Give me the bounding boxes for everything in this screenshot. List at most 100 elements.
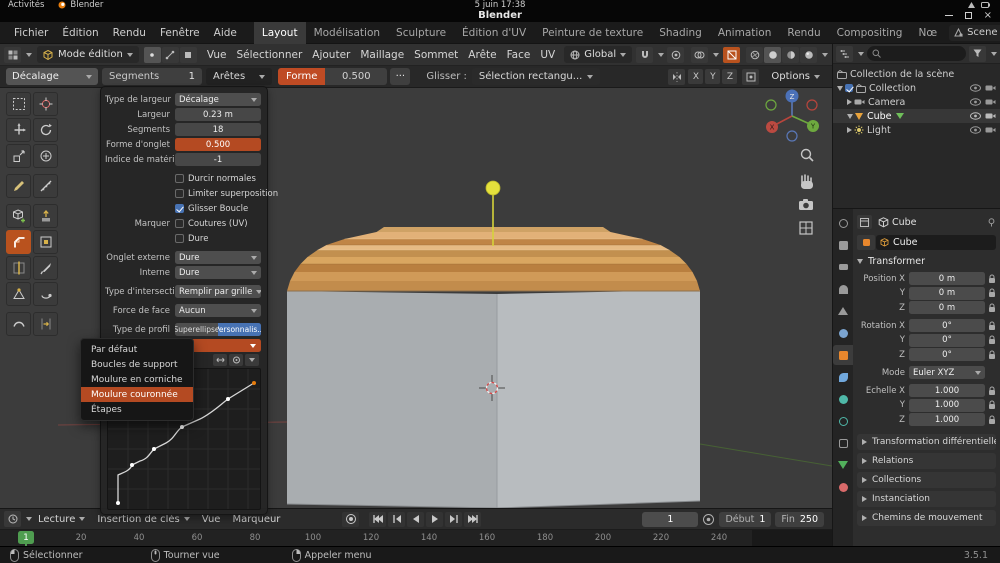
preset-option-default[interactable]: Par défaut bbox=[81, 342, 193, 357]
options-dropdown[interactable]: Options bbox=[765, 68, 826, 85]
editor-type-button[interactable] bbox=[4, 47, 21, 63]
menu-arete[interactable]: Arête bbox=[463, 49, 501, 61]
play-reverse-button[interactable] bbox=[407, 512, 424, 527]
snap-toggle[interactable] bbox=[636, 47, 653, 63]
preset-option-steps[interactable]: Étapes bbox=[81, 402, 193, 417]
mirror-y-toggle[interactable]: Y bbox=[705, 69, 720, 84]
miter-outer-dropdown[interactable]: Dure bbox=[175, 251, 261, 264]
tool-add-cube[interactable] bbox=[6, 204, 31, 228]
properties-editor-icon[interactable] bbox=[857, 215, 872, 229]
render-camera-icon[interactable] bbox=[985, 98, 996, 106]
profile-superellipse-button[interactable]: Superellipse bbox=[175, 323, 218, 336]
mirror-z-toggle[interactable]: Z bbox=[722, 69, 737, 84]
menu-ajouter[interactable]: Ajouter bbox=[307, 49, 355, 61]
prev-keyframe-button[interactable] bbox=[388, 512, 405, 527]
outliner-row-light[interactable]: Light bbox=[833, 123, 1000, 137]
timeline-ruler[interactable]: 20 40 60 80 100 120 140 160 180 200 220 … bbox=[0, 529, 832, 547]
status-tray-icons[interactable] bbox=[968, 2, 990, 9]
workspace-tab-layout[interactable]: Layout bbox=[254, 22, 306, 44]
profile-custom-button[interactable]: Personnalis... bbox=[218, 323, 261, 336]
proportional-edit-toggle[interactable] bbox=[667, 47, 684, 63]
tool-measure[interactable] bbox=[33, 174, 58, 198]
menu-edition[interactable]: Édition bbox=[55, 27, 105, 39]
menu-selectionner[interactable]: Sélectionner bbox=[231, 49, 307, 61]
preset-option-support-loops[interactable]: Boucles de support bbox=[81, 357, 193, 372]
tab-output[interactable] bbox=[833, 257, 853, 277]
render-camera-icon[interactable] bbox=[985, 126, 996, 134]
preset-option-crown-molding[interactable]: Moulure couronnée bbox=[81, 387, 193, 402]
snap-options-icon[interactable] bbox=[742, 69, 759, 85]
position-z-field[interactable]: 0 m bbox=[909, 301, 985, 314]
tool-extrude-region[interactable] bbox=[33, 204, 58, 228]
ortho-grid-icon[interactable] bbox=[800, 222, 812, 234]
face-strength-dropdown[interactable]: Aucun bbox=[175, 304, 261, 317]
workspace-tab-animation[interactable]: Animation bbox=[710, 22, 780, 44]
object-name-field[interactable]: Cube bbox=[876, 235, 996, 250]
bevel-affect-dropdown[interactable]: Arêtes bbox=[206, 68, 272, 85]
menu-vue[interactable]: Vue bbox=[202, 49, 232, 61]
drag-tool-dropdown[interactable]: Sélection rectangu... bbox=[472, 68, 600, 85]
tab-object[interactable] bbox=[833, 345, 853, 365]
tool-bevel[interactable] bbox=[6, 230, 31, 254]
workspace-tab-sculpture[interactable]: Sculpture bbox=[388, 22, 454, 44]
mirror-x-toggle[interactable]: X bbox=[688, 69, 703, 84]
outliner-row-cube[interactable]: Cube bbox=[833, 109, 1000, 123]
profile-mirror-icon[interactable] bbox=[213, 354, 227, 366]
scale-z-field[interactable]: 1.000 bbox=[909, 413, 985, 426]
tool-scale[interactable] bbox=[6, 144, 31, 168]
tab-particles[interactable] bbox=[833, 389, 853, 409]
workspace-tab-rendu[interactable]: Rendu bbox=[779, 22, 828, 44]
collection-checkbox[interactable] bbox=[845, 84, 853, 92]
timeline-editor-type-button[interactable] bbox=[4, 511, 21, 527]
profile-options-icon[interactable] bbox=[245, 354, 259, 366]
timeline-menu-keying[interactable]: Insertion de clés bbox=[91, 514, 195, 525]
pan-hand-icon[interactable] bbox=[801, 175, 813, 189]
keying-set-icon[interactable] bbox=[702, 513, 715, 526]
cube-object[interactable] bbox=[287, 227, 700, 508]
miter-inner-dropdown[interactable]: Dure bbox=[175, 266, 261, 279]
gizmo-z-neg[interactable] bbox=[787, 131, 797, 141]
lock-icon[interactable] bbox=[988, 321, 996, 331]
loop-slide-checkbox[interactable] bbox=[175, 204, 184, 213]
gizmo-y-neg[interactable] bbox=[766, 100, 776, 110]
workspace-tab-nodes[interactable]: Nœ bbox=[910, 22, 945, 44]
clamp-overlap-checkbox[interactable] bbox=[175, 189, 184, 198]
tab-material[interactable] bbox=[833, 477, 853, 497]
workspace-tab-modelisation[interactable]: Modélisation bbox=[306, 22, 388, 44]
shading-wireframe[interactable] bbox=[746, 47, 763, 63]
tab-render[interactable] bbox=[833, 235, 853, 255]
tool-select-box[interactable] bbox=[6, 92, 31, 116]
menu-face[interactable]: Face bbox=[502, 49, 536, 61]
next-keyframe-button[interactable] bbox=[445, 512, 462, 527]
workspace-tab-texture-paint[interactable]: Peinture de texture bbox=[534, 22, 651, 44]
section-collections[interactable]: Collections bbox=[857, 472, 996, 488]
menu-aide[interactable]: Aide bbox=[207, 27, 244, 39]
width-type-dropdown[interactable]: Décalage bbox=[175, 93, 261, 106]
camera-view-icon[interactable] bbox=[799, 199, 813, 210]
outliner-row-camera[interactable]: Camera bbox=[833, 95, 1000, 109]
workspace-tab-uv[interactable]: Édition d'UV bbox=[454, 22, 534, 44]
tab-scene[interactable] bbox=[833, 301, 853, 321]
lock-icon[interactable] bbox=[988, 288, 996, 298]
orientation-dropdown[interactable]: Global bbox=[564, 46, 632, 63]
shading-rendered[interactable] bbox=[800, 47, 817, 63]
eye-icon[interactable] bbox=[970, 112, 981, 120]
width-field[interactable]: 0.23 m bbox=[175, 108, 261, 121]
section-motion-paths[interactable]: Chemins de mouvement bbox=[857, 510, 996, 526]
transform-section-header[interactable]: Transformer bbox=[857, 254, 996, 269]
auto-key-button[interactable] bbox=[342, 512, 359, 527]
tool-inset-faces[interactable] bbox=[33, 230, 58, 254]
outliner-filter-button[interactable] bbox=[969, 46, 986, 62]
tool-move[interactable] bbox=[6, 118, 31, 142]
lock-icon[interactable] bbox=[988, 386, 996, 396]
jump-to-end-button[interactable] bbox=[464, 512, 481, 527]
profile-sample-icon[interactable] bbox=[229, 354, 243, 366]
menu-fenetre[interactable]: Fenêtre bbox=[153, 27, 207, 39]
workspace-tab-shading[interactable]: Shading bbox=[651, 22, 710, 44]
lock-icon[interactable] bbox=[988, 303, 996, 313]
bevel-segments-field[interactable]: Segments1 bbox=[102, 68, 202, 85]
tab-constraints[interactable] bbox=[833, 433, 853, 453]
tab-object-data[interactable] bbox=[833, 455, 853, 475]
tool-transform[interactable] bbox=[33, 144, 58, 168]
render-camera-icon[interactable] bbox=[985, 112, 996, 120]
